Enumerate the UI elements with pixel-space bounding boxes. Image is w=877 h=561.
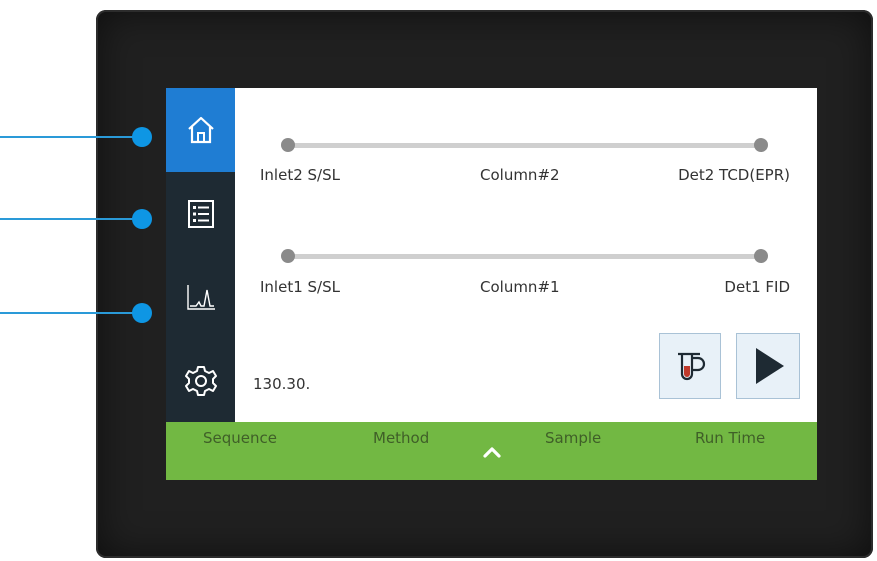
callout-dot-chromatogram — [132, 303, 152, 323]
prep-run-button[interactable] — [659, 333, 721, 399]
inlet-node-1[interactable] — [281, 249, 295, 263]
nav-home[interactable] — [166, 88, 235, 172]
detector-label-1: Det1 FID — [724, 278, 790, 296]
touch-screen: Inlet2 S/SL Column#2 Det2 TCD(EPR) Inlet… — [166, 88, 817, 480]
column-label-1: Column#1 — [480, 278, 560, 296]
gear-icon — [184, 366, 217, 396]
detector-node-1[interactable] — [754, 249, 768, 263]
flow-path-line-2 — [288, 143, 761, 148]
firmware-version: 130.30. — [253, 375, 311, 393]
callout-dot-list — [132, 209, 152, 229]
inlet-label-1: Inlet1 S/SL — [260, 278, 340, 296]
play-icon — [756, 348, 784, 384]
chevron-up-icon[interactable] — [480, 444, 504, 460]
tab-sequence[interactable]: Sequence — [203, 429, 277, 447]
callout-line-chromatogram — [0, 312, 140, 314]
tab-method[interactable]: Method — [373, 429, 429, 447]
chromatogram-icon — [186, 285, 215, 310]
tab-run-time[interactable]: Run Time — [695, 429, 765, 447]
start-run-button[interactable] — [736, 333, 800, 399]
nav-settings[interactable] — [166, 340, 235, 422]
callout-line-home — [0, 136, 140, 138]
callout-dot-home — [132, 127, 152, 147]
callout-line-list — [0, 218, 140, 220]
detector-label-2: Det2 TCD(EPR) — [678, 166, 790, 184]
detector-node-2[interactable] — [754, 138, 768, 152]
list-icon — [187, 200, 214, 228]
prep-run-icon — [678, 352, 706, 381]
nav-chromatogram[interactable] — [166, 256, 235, 340]
tab-sample[interactable]: Sample — [545, 429, 601, 447]
home-icon — [187, 116, 214, 144]
flow-path-line-1 — [288, 254, 761, 259]
sidebar — [166, 88, 235, 422]
inlet-node-2[interactable] — [281, 138, 295, 152]
nav-list[interactable] — [166, 172, 235, 256]
inlet-label-2: Inlet2 S/SL — [260, 166, 340, 184]
column-label-2: Column#2 — [480, 166, 560, 184]
